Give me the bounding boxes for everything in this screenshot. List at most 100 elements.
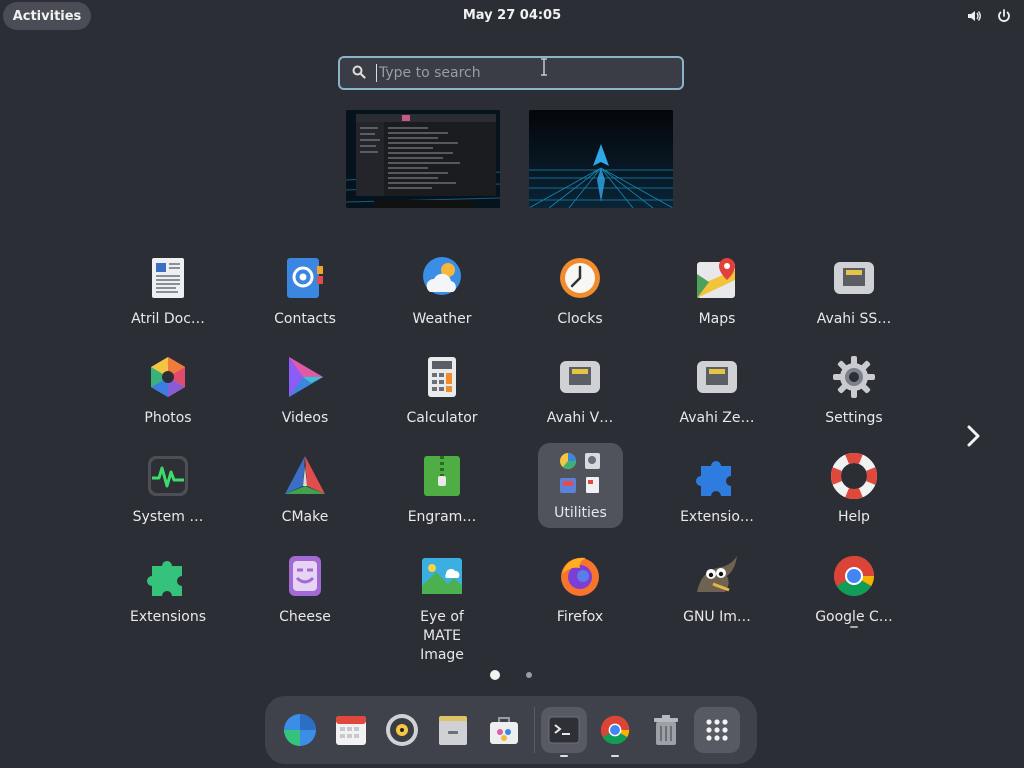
dock-music[interactable]	[379, 707, 425, 753]
calculator-icon	[428, 357, 456, 397]
network-icon	[697, 361, 737, 393]
text-cursor-icon	[541, 58, 547, 76]
page-dot-2[interactable]	[526, 672, 532, 678]
app-help[interactable]: Help	[789, 448, 919, 538]
system-monitor-icon	[148, 456, 188, 496]
app-label: Atril Doc…	[131, 311, 205, 327]
files-icon	[439, 716, 467, 745]
app-maps[interactable]: Maps	[652, 250, 782, 340]
dock-chrome[interactable]	[592, 707, 638, 757]
gear-icon	[833, 356, 875, 398]
puzzle-icon	[696, 460, 731, 496]
app-label: Avahi Ze…	[679, 410, 755, 426]
app-label: Maps	[698, 311, 736, 327]
calendar-icon	[336, 716, 366, 745]
clock[interactable]: May 27 04:05	[0, 8, 1024, 23]
archive-icon	[424, 456, 460, 496]
network-icon	[834, 262, 874, 294]
document-viewer-icon	[152, 258, 184, 298]
app-cheese[interactable]: Cheese	[240, 548, 370, 638]
dock-trash[interactable]	[643, 707, 689, 753]
app-label: Eye of MATE Image	[420, 609, 464, 663]
page-dot-1[interactable]	[490, 670, 500, 680]
dock-show-apps[interactable]	[694, 707, 740, 753]
app-label: CMake	[281, 509, 329, 525]
page-indicator	[490, 670, 532, 680]
app-gimp[interactable]: GNU Im…	[652, 548, 782, 638]
app-google-chrome[interactable]: Google C…	[789, 548, 919, 638]
app-calculator[interactable]: Calculator	[377, 349, 507, 439]
dock	[265, 696, 757, 764]
dock-browser[interactable]	[277, 707, 323, 753]
folder-icon	[559, 453, 600, 493]
app-label: Cheese	[279, 609, 331, 625]
app-label: Contacts	[274, 311, 336, 327]
weather-icon	[423, 257, 461, 295]
search-input[interactable]	[376, 64, 671, 82]
app-label: Weather	[412, 311, 472, 327]
maps-icon	[697, 258, 735, 298]
cheese-icon	[289, 556, 321, 596]
app-label: Utilities	[554, 505, 607, 521]
puzzle-green-icon	[147, 560, 182, 596]
app-label: GNU Im…	[683, 609, 751, 625]
app-label: Help	[838, 509, 870, 525]
app-label: Firefox	[556, 609, 604, 625]
app-label: Avahi SS…	[816, 311, 892, 327]
terminal-window-thumbnail[interactable]	[346, 110, 500, 208]
search-icon	[352, 64, 366, 83]
music-icon	[386, 714, 418, 746]
chevron-right-icon[interactable]	[961, 423, 985, 449]
app-eye-of-mate[interactable]: Eye of MATE Image	[377, 548, 507, 668]
app-photos[interactable]: Photos	[103, 349, 233, 439]
app-folder-utilities[interactable]: Utilities	[538, 443, 623, 528]
clocks-icon	[560, 258, 600, 298]
app-clocks[interactable]: Clocks	[515, 250, 645, 340]
dock-software[interactable]	[481, 707, 527, 753]
app-label: Settings	[825, 410, 883, 426]
chrome-icon	[834, 556, 874, 596]
app-label: Avahi V…	[546, 410, 614, 426]
videos-icon	[289, 357, 323, 397]
app-label: Engram…	[407, 509, 477, 525]
app-cmake[interactable]: CMake	[240, 448, 370, 538]
app-avahi-zeroconf[interactable]: Avahi Ze…	[652, 349, 782, 439]
app-atril[interactable]: Atril Doc…	[103, 250, 233, 340]
system-tray[interactable]	[966, 8, 1012, 24]
chrome-icon	[600, 715, 630, 745]
app-settings[interactable]: Settings	[789, 349, 919, 439]
app-label: Google C…	[815, 609, 893, 625]
app-engrampa[interactable]: Engram…	[377, 448, 507, 538]
app-label: Photos	[144, 410, 192, 426]
app-weather[interactable]: Weather	[377, 250, 507, 340]
app-contacts[interactable]: Contacts	[240, 250, 370, 340]
browser-icon	[284, 714, 316, 746]
app-label: Extensio…	[680, 509, 754, 525]
app-firefox[interactable]: Firefox	[515, 548, 645, 638]
top-bar: Activities May 27 04:05	[0, 0, 1024, 32]
contacts-icon	[287, 258, 323, 298]
dock-terminal[interactable]	[541, 707, 587, 757]
wallpaper-window-thumbnail[interactable]	[529, 110, 673, 208]
terminal-icon	[548, 716, 580, 744]
dock-files[interactable]	[430, 707, 476, 753]
search-box[interactable]	[338, 56, 684, 90]
dock-calendar[interactable]	[328, 707, 374, 753]
power-icon[interactable]	[996, 8, 1012, 24]
app-label: Calculator	[406, 410, 478, 426]
app-extension-manager[interactable]: Extensio…	[652, 448, 782, 538]
image-viewer-icon	[422, 558, 462, 594]
firefox-icon	[561, 557, 599, 596]
app-system-monitor[interactable]: System …	[103, 448, 233, 538]
app-videos[interactable]: Videos	[240, 349, 370, 439]
software-icon	[490, 717, 518, 744]
volume-icon[interactable]	[966, 8, 982, 24]
app-avahi-vnc[interactable]: Avahi V…	[515, 349, 645, 439]
network-icon	[560, 361, 600, 393]
app-label: System …	[132, 509, 204, 525]
app-avahi-ssh[interactable]: Avahi SS…	[789, 250, 919, 340]
app-extensions[interactable]: Extensions	[103, 548, 233, 638]
lifebuoy-icon	[831, 453, 877, 499]
trash-icon	[654, 715, 678, 745]
cmake-icon	[285, 456, 325, 494]
